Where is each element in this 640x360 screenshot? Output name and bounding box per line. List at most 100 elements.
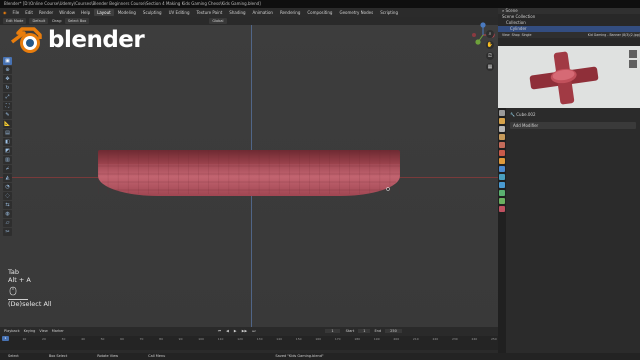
move-tool-icon[interactable]: ✥ xyxy=(3,75,12,83)
extrude-tool-icon[interactable]: ▤ xyxy=(3,129,12,137)
menu-edit[interactable]: Edit xyxy=(22,10,36,15)
timeline-tick-label: 20 xyxy=(42,337,46,341)
jump-end-icon[interactable]: ⏭ xyxy=(252,329,255,333)
constraints-tab-icon[interactable] xyxy=(499,190,505,196)
step-back-icon[interactable]: ◀ xyxy=(226,329,229,333)
bevel-tool-icon[interactable]: ◩ xyxy=(3,147,12,155)
object-name-label: Cube.002 xyxy=(516,112,536,117)
start-frame-field[interactable]: 1 xyxy=(358,328,371,333)
loop-cut-tool-icon[interactable]: ▥ xyxy=(3,156,12,164)
timeline-tick-label: 30 xyxy=(61,337,66,341)
menu-render[interactable]: Render xyxy=(36,10,56,15)
timeline-tick-label: 120 xyxy=(237,337,243,341)
select-box-tool-icon[interactable]: ▣ xyxy=(3,57,12,65)
play-icon[interactable]: ▶ xyxy=(234,329,237,333)
timeline-view-menu[interactable]: View xyxy=(39,329,47,333)
end-frame-field[interactable]: 250 xyxy=(385,328,402,333)
timeline-tick-label: 250 xyxy=(491,337,497,341)
menu-file[interactable]: File xyxy=(10,10,23,15)
camera-view-icon[interactable]: ⎚ xyxy=(486,52,494,60)
modifier-tab-icon[interactable] xyxy=(499,166,505,172)
workspace-tab-uv-editing[interactable]: UV Editing xyxy=(166,9,193,16)
workspace-tab-layout[interactable]: Layout xyxy=(94,9,114,16)
scene-label: Scene xyxy=(505,8,518,13)
spin-tool-icon[interactable]: ◔ xyxy=(3,183,12,191)
render-tab-icon[interactable] xyxy=(499,118,505,124)
playback-controls: ⏮ ◀ ▶ ▶▶ ⏭ xyxy=(214,329,256,333)
status-message: Saved "Kids Gaming.blend" xyxy=(275,354,324,358)
smooth-tool-icon[interactable]: ◌ xyxy=(3,192,12,200)
timeline-keying-menu[interactable]: Keying xyxy=(24,329,36,333)
annotate-tool-icon[interactable]: ✎ xyxy=(3,111,12,119)
playhead[interactable]: 1 xyxy=(2,336,9,341)
transform-orientation-dropdown[interactable]: Global xyxy=(209,18,227,24)
workspace-tab-compositing[interactable]: Compositing xyxy=(304,9,335,16)
measure-tool-icon[interactable]: 📐 xyxy=(3,120,12,128)
inset-tool-icon[interactable]: ◧ xyxy=(3,138,12,146)
workspace-tab-geometry-nodes[interactable]: Geometry Nodes xyxy=(336,9,376,16)
timeline-tick-label: 180 xyxy=(354,337,361,341)
scale-tool-icon[interactable]: ⤢ xyxy=(3,93,12,101)
key-tab-label: Tab xyxy=(8,268,20,276)
workspace-tab-animation[interactable]: Animation xyxy=(250,9,276,16)
tool-tab-icon[interactable] xyxy=(499,110,505,116)
mesh-wireframe xyxy=(98,150,400,194)
cursor-tool-icon[interactable]: ⊕ xyxy=(3,66,12,74)
rotate-tool-icon[interactable]: ↻ xyxy=(3,84,12,92)
pan-hand-icon[interactable]: ✋ xyxy=(486,41,494,49)
particles-tab-icon[interactable] xyxy=(499,174,505,180)
timeline-playback-menu[interactable]: Playback xyxy=(4,329,20,333)
preview-tab-view[interactable]: View xyxy=(502,32,510,38)
properties-tab-column xyxy=(498,108,506,353)
workspace-tab-scripting[interactable]: Scripting xyxy=(377,9,401,16)
knife-tool-icon[interactable]: ⌿ xyxy=(3,165,12,173)
timeline-tick-label: 90 xyxy=(178,337,183,341)
preview-tab-banner[interactable]: Kid Gaming - Banner (8/3)(2.jpg) xyxy=(588,32,640,38)
object-name-row: 🔧 Cube.002 xyxy=(510,112,636,118)
step-forward-icon[interactable]: ▶▶ xyxy=(242,329,247,333)
current-frame-field[interactable]: 1 xyxy=(325,328,340,333)
data-tab-icon[interactable] xyxy=(499,198,505,204)
timeline-tick-label: 100 xyxy=(198,337,204,341)
workspace-tab-shading[interactable]: Shading xyxy=(226,9,248,16)
menu-help[interactable]: Help xyxy=(78,10,93,15)
workspace-tab-texture-paint[interactable]: Texture Paint xyxy=(193,9,225,16)
scene-tab-icon[interactable] xyxy=(499,142,505,148)
timeline-tick-label: 230 xyxy=(451,337,458,341)
blender-menu-icon[interactable]: ◉ xyxy=(0,10,10,15)
workspace-tab-rendering[interactable]: Rendering xyxy=(277,9,303,16)
shear-tool-icon[interactable]: ▱ xyxy=(3,219,12,227)
outliner-row-label: Scene Collection xyxy=(502,14,536,19)
poly-build-tool-icon[interactable]: ◭ xyxy=(3,174,12,182)
world-tab-icon[interactable] xyxy=(499,150,505,156)
status-call-menu: Call Menu xyxy=(148,354,166,358)
outliner-search-icon[interactable]: ⌕ xyxy=(502,8,504,13)
view-layer-tab-icon[interactable] xyxy=(499,134,505,140)
output-tab-icon[interactable] xyxy=(499,126,505,132)
transform-tool-icon[interactable]: ⛶ xyxy=(3,102,12,110)
outliner: ⌕ Scene Scene Collection Collection Cyli… xyxy=(498,8,640,46)
timeline-marker-menu[interactable]: Marker xyxy=(52,329,64,333)
preview-tab-shop[interactable]: Shop xyxy=(512,32,520,38)
status-select: Select xyxy=(8,354,19,358)
shrink-fatten-tool-icon[interactable]: ◍ xyxy=(3,210,12,218)
zoom-icon[interactable]: ⌕ xyxy=(486,30,494,38)
window-title: Blender* [D:\Online Course\Udemy\Courses… xyxy=(0,0,640,8)
status-rotate-view: Rotate View xyxy=(97,354,119,358)
workspace-tab-modeling[interactable]: Modeling xyxy=(115,9,139,16)
tool-shelf: ▣ ⊕ ✥ ↻ ⤢ ⛶ ✎ 📐 ▤ ◧ ◩ ▥ ⌿ ◭ ◔ ◌ ⇆ ◍ ▱ ✂ xyxy=(3,57,14,237)
perspective-grid-icon[interactable]: ▦ xyxy=(486,63,494,71)
physics-tab-icon[interactable] xyxy=(499,182,505,188)
preview-tab-single[interactable]: Single xyxy=(522,32,532,38)
add-modifier-button[interactable]: Add Modifier xyxy=(510,122,636,129)
menu-window[interactable]: Window xyxy=(56,10,78,15)
edge-slide-tool-icon[interactable]: ⇆ xyxy=(3,201,12,209)
workspace-tab-sculpting[interactable]: Sculpting xyxy=(140,9,165,16)
material-tab-icon[interactable] xyxy=(499,206,505,212)
jump-start-icon[interactable]: ⏮ xyxy=(218,329,221,333)
preview-tabs: View Shop Single Kid Gaming - Banner (8/… xyxy=(498,32,640,38)
viewport-nav-buttons: ⌕ ✋ ⎚ ▦ xyxy=(486,30,494,74)
rip-tool-icon[interactable]: ✂ xyxy=(3,228,12,236)
timeline-ruler[interactable]: 0102030405060708090100110120130140150160… xyxy=(0,336,498,350)
object-tab-icon[interactable] xyxy=(499,158,505,164)
